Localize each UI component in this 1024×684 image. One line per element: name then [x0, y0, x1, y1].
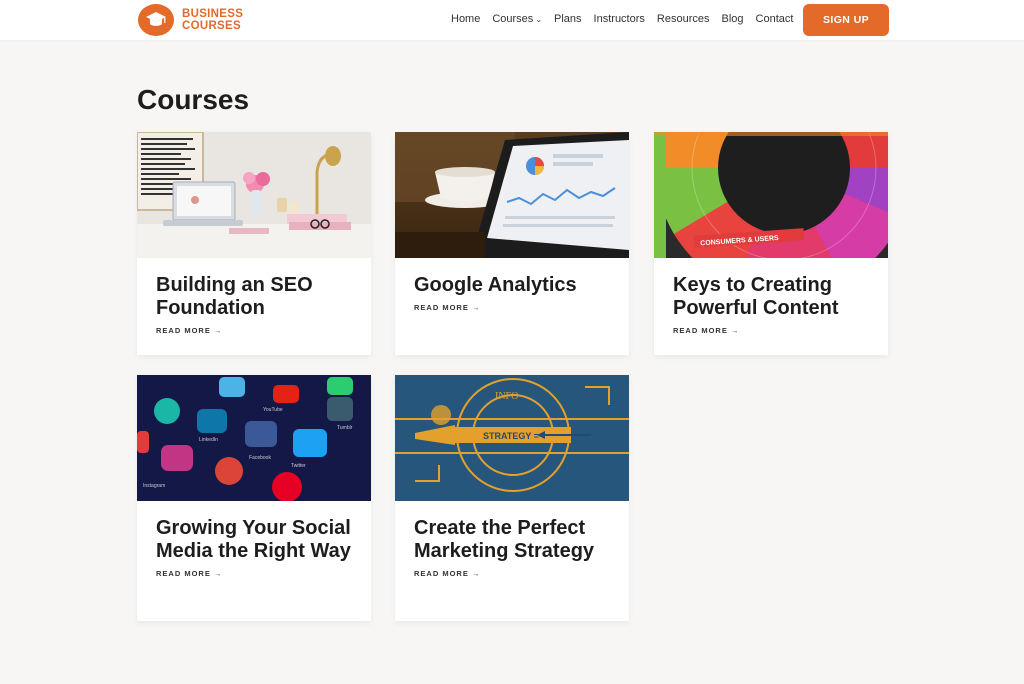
signup-button[interactable]: SIGN UP [803, 4, 889, 36]
svg-text:Facebook: Facebook [249, 455, 271, 461]
card-body: Google Analytics READ MORE → [395, 258, 629, 331]
read-more-link[interactable]: READ MORE → [673, 326, 739, 335]
brand-logo[interactable]: BUSINESS COURSES [138, 4, 243, 36]
card-body: Keys to Creating Powerful Content READ M… [654, 258, 888, 354]
main-nav: Home Courses ⌄ Plans Instructors Resource… [451, 13, 805, 25]
course-title[interactable]: Keys to Creating Powerful Content [673, 274, 869, 320]
course-card-marketing-strategy[interactable]: STRATEGY = INFO Create the Perfect Marke… [395, 375, 629, 621]
course-image-social-app-icons[interactable]: Instagram Facebook Twitter YouTube Tumbl… [137, 375, 371, 501]
site-header: BUSINESS COURSES Home Courses ⌄ Plans Ins… [0, 0, 1024, 40]
nav-blog[interactable]: Blog [721, 13, 743, 25]
nav-courses-label: Courses [492, 13, 534, 25]
svg-text:Instagram: Instagram [143, 483, 165, 489]
read-more-link[interactable]: READ MORE → [156, 569, 222, 578]
course-card-seo[interactable]: Building an SEO Foundation READ MORE → [137, 132, 371, 355]
svg-text:LinkedIn: LinkedIn [199, 437, 218, 443]
course-card-powerful-content[interactable]: CONSUMERS & USERS Keys to Creating Power… [654, 132, 888, 355]
course-image-strategy-blueprint[interactable]: STRATEGY = INFO [395, 375, 629, 501]
brand-name: BUSINESS COURSES [182, 8, 243, 32]
course-image-desk-workspace[interactable] [137, 132, 371, 258]
nav-instructors[interactable]: Instructors [594, 13, 645, 25]
svg-text:Tumblr: Tumblr [337, 425, 353, 431]
nav-resources[interactable]: Resources [657, 13, 710, 25]
course-title[interactable]: Growing Your Social Media the Right Way [156, 517, 352, 563]
course-title[interactable]: Google Analytics [414, 274, 610, 297]
read-more-link[interactable]: READ MORE → [156, 326, 222, 335]
course-image-color-wheel[interactable]: CONSUMERS & USERS [654, 132, 888, 258]
read-more-link[interactable]: READ MORE → [414, 569, 480, 578]
nav-contact[interactable]: Contact [756, 13, 794, 25]
nav-home[interactable]: Home [451, 13, 480, 25]
graduation-cap-icon [138, 4, 174, 36]
svg-text:INFO: INFO [495, 391, 518, 402]
read-more-link[interactable]: READ MORE → [414, 303, 480, 312]
brand-name-line2: COURSES [182, 20, 241, 32]
svg-text:Twitter: Twitter [291, 463, 306, 469]
chevron-down-icon: ⌄ [535, 15, 543, 24]
card-body: Create the Perfect Marketing Strategy RE… [395, 501, 629, 597]
course-card-social-media[interactable]: Instagram Facebook Twitter YouTube Tumbl… [137, 375, 371, 621]
brand-name-line1: BUSINESS [182, 8, 244, 20]
course-title[interactable]: Create the Perfect Marketing Strategy [414, 517, 610, 563]
nav-courses[interactable]: Courses ⌄ [492, 13, 542, 25]
course-card-google-analytics[interactable]: Google Analytics READ MORE → [395, 132, 629, 355]
page-title: Courses [137, 84, 250, 115]
course-image-tablet-analytics[interactable] [395, 132, 629, 258]
card-body: Building an SEO Foundation READ MORE → [137, 258, 371, 354]
svg-text:YouTube: YouTube [263, 407, 283, 413]
course-title[interactable]: Building an SEO Foundation [156, 274, 352, 320]
card-body: Growing Your Social Media the Right Way … [137, 501, 371, 597]
nav-plans[interactable]: Plans [554, 13, 582, 25]
svg-text:STRATEGY =: STRATEGY = [483, 431, 539, 441]
